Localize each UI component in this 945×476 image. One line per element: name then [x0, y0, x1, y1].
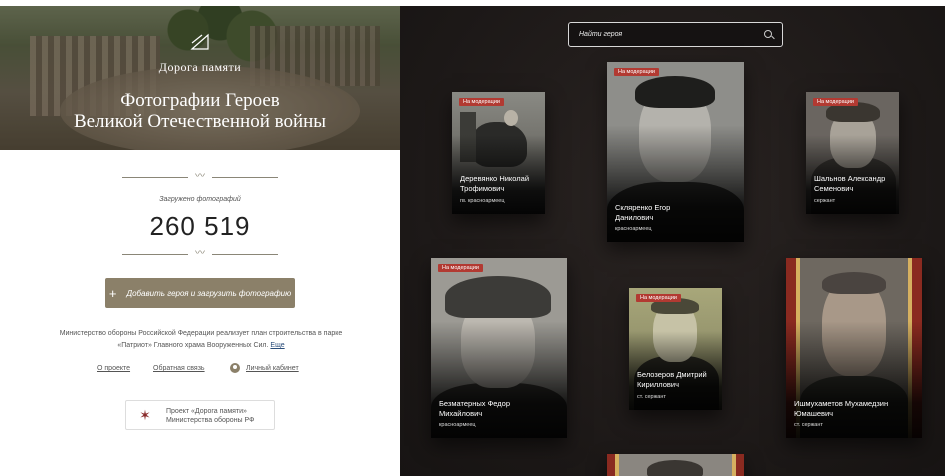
about-link[interactable]: О проекте: [97, 365, 130, 372]
page-title-line1: Фотографии Героев: [120, 90, 280, 111]
hero-rank: красноармеец: [615, 226, 652, 232]
hero-name: Деревянко Николай Трофимович: [460, 174, 529, 194]
hero-photo: [607, 454, 744, 476]
user-icon[interactable]: [230, 363, 240, 373]
cabinet-link[interactable]: Личный кабинет: [246, 365, 299, 372]
hero-name: Скляренко Егор Данилович: [615, 203, 670, 223]
hero-name-line1: Ишмухаметов Мухамедзин: [794, 399, 889, 408]
ornament-divider-top: 〰: [122, 172, 278, 182]
ornament-divider-bottom: 〰: [122, 249, 278, 259]
hero-gallery: Найти героя На модерации Деревянко Никол…: [400, 6, 945, 476]
add-hero-button[interactable]: + Добавить героя и загрузить фотографию: [105, 278, 295, 308]
moderation-badge: На модерации: [636, 294, 681, 302]
project-line1: Проект «Дорога памяти»: [166, 408, 247, 415]
hero-card[interactable]: На модерации Шальнов Александр Семенович…: [806, 92, 899, 214]
moderation-badge: На модерации: [438, 264, 483, 272]
left-panel: Дорога памяти Фотографии Героев Великой …: [0, 6, 400, 476]
search-input[interactable]: Найти героя: [568, 22, 783, 47]
plus-icon: +: [108, 285, 117, 301]
hero-name-line1: Безматерных Федор: [439, 399, 511, 408]
hero-name: Шальнов Александр Семенович: [814, 174, 885, 194]
add-hero-button-label: Добавить героя и загрузить фотографию: [126, 288, 292, 298]
search-placeholder: Найти героя: [579, 31, 623, 38]
moderation-badge: На модерации: [459, 98, 504, 106]
project-badge[interactable]: ✶ Проект «Дорога памяти» Министерства об…: [125, 400, 275, 430]
hero-rank: ст. сержант: [637, 394, 666, 400]
hero-name-line1: Белозеров Дмитрий: [637, 370, 707, 379]
hero-name: Безматерных Федор Михайлович: [439, 399, 510, 419]
footer-links: О проекте Обратная связь Личный кабинет: [0, 365, 400, 379]
hero-card[interactable]: На модерации Скляренко Егор Данилович кр…: [607, 62, 744, 242]
project-description: Министерство обороны Российской Федераци…: [46, 328, 356, 352]
hero-name-line2: Данилович: [615, 213, 654, 222]
hero-name-line2: Юмашевич: [794, 409, 834, 418]
hero-header: Дорога памяти Фотографии Героев Великой …: [0, 6, 400, 150]
hero-card[interactable]: На модерации Белозеров Дмитрий Кириллови…: [629, 288, 722, 410]
page-title: Фотографии Героев Великой Отечественной …: [0, 90, 400, 132]
hero-name-line1: Деревянко Николай: [460, 174, 530, 183]
feedback-link[interactable]: Обратная связь: [153, 365, 205, 372]
hero-rank: ст. сержант: [794, 422, 823, 428]
hero-name-line2: Кириллович: [637, 380, 680, 389]
emblem-icon: ✶: [139, 408, 151, 424]
hero-card[interactable]: На модерации Деревянко Николай Трофимови…: [452, 92, 545, 214]
project-line2: Министерства обороны РФ: [166, 417, 255, 424]
hero-rank: красноармеец: [439, 422, 476, 428]
description-text: Министерство обороны Российской Федераци…: [59, 330, 343, 349]
more-link[interactable]: Еще: [270, 342, 284, 349]
page-title-line2: Великой Отечественной войны: [73, 111, 327, 132]
hero-card[interactable]: Ишмухаметов Мухамедзин Юмашевич ст. серж…: [786, 258, 922, 438]
hero-name-line1: Скляренко Егор: [615, 203, 671, 212]
hero-name-line1: Шальнов Александр: [814, 174, 886, 183]
moderation-badge: На модерации: [614, 68, 659, 76]
hero-name: Ишмухаметов Мухамедзин Юмашевич: [794, 399, 888, 419]
hero-card-partial[interactable]: [607, 454, 744, 476]
hero-name-line2: Михайлович: [439, 409, 483, 418]
logo-mark-icon[interactable]: [190, 33, 210, 51]
brand-name[interactable]: Дорога памяти: [0, 60, 400, 75]
moderation-badge: На модерации: [813, 98, 858, 106]
uploaded-label: Загружено фотографий: [159, 196, 241, 203]
search-icon[interactable]: [764, 30, 772, 38]
hero-rank: гв. красноармеец: [460, 198, 505, 204]
hero-rank: сержант: [814, 198, 836, 204]
hero-name: Белозеров Дмитрий Кириллович: [637, 370, 707, 390]
hero-card[interactable]: На модерации Безматерных Федор Михайлови…: [431, 258, 567, 438]
hero-name-line2: Семенович: [814, 184, 854, 193]
hero-name-line2: Трофимович: [460, 184, 505, 193]
photo-counter: 260 519: [149, 211, 251, 241]
